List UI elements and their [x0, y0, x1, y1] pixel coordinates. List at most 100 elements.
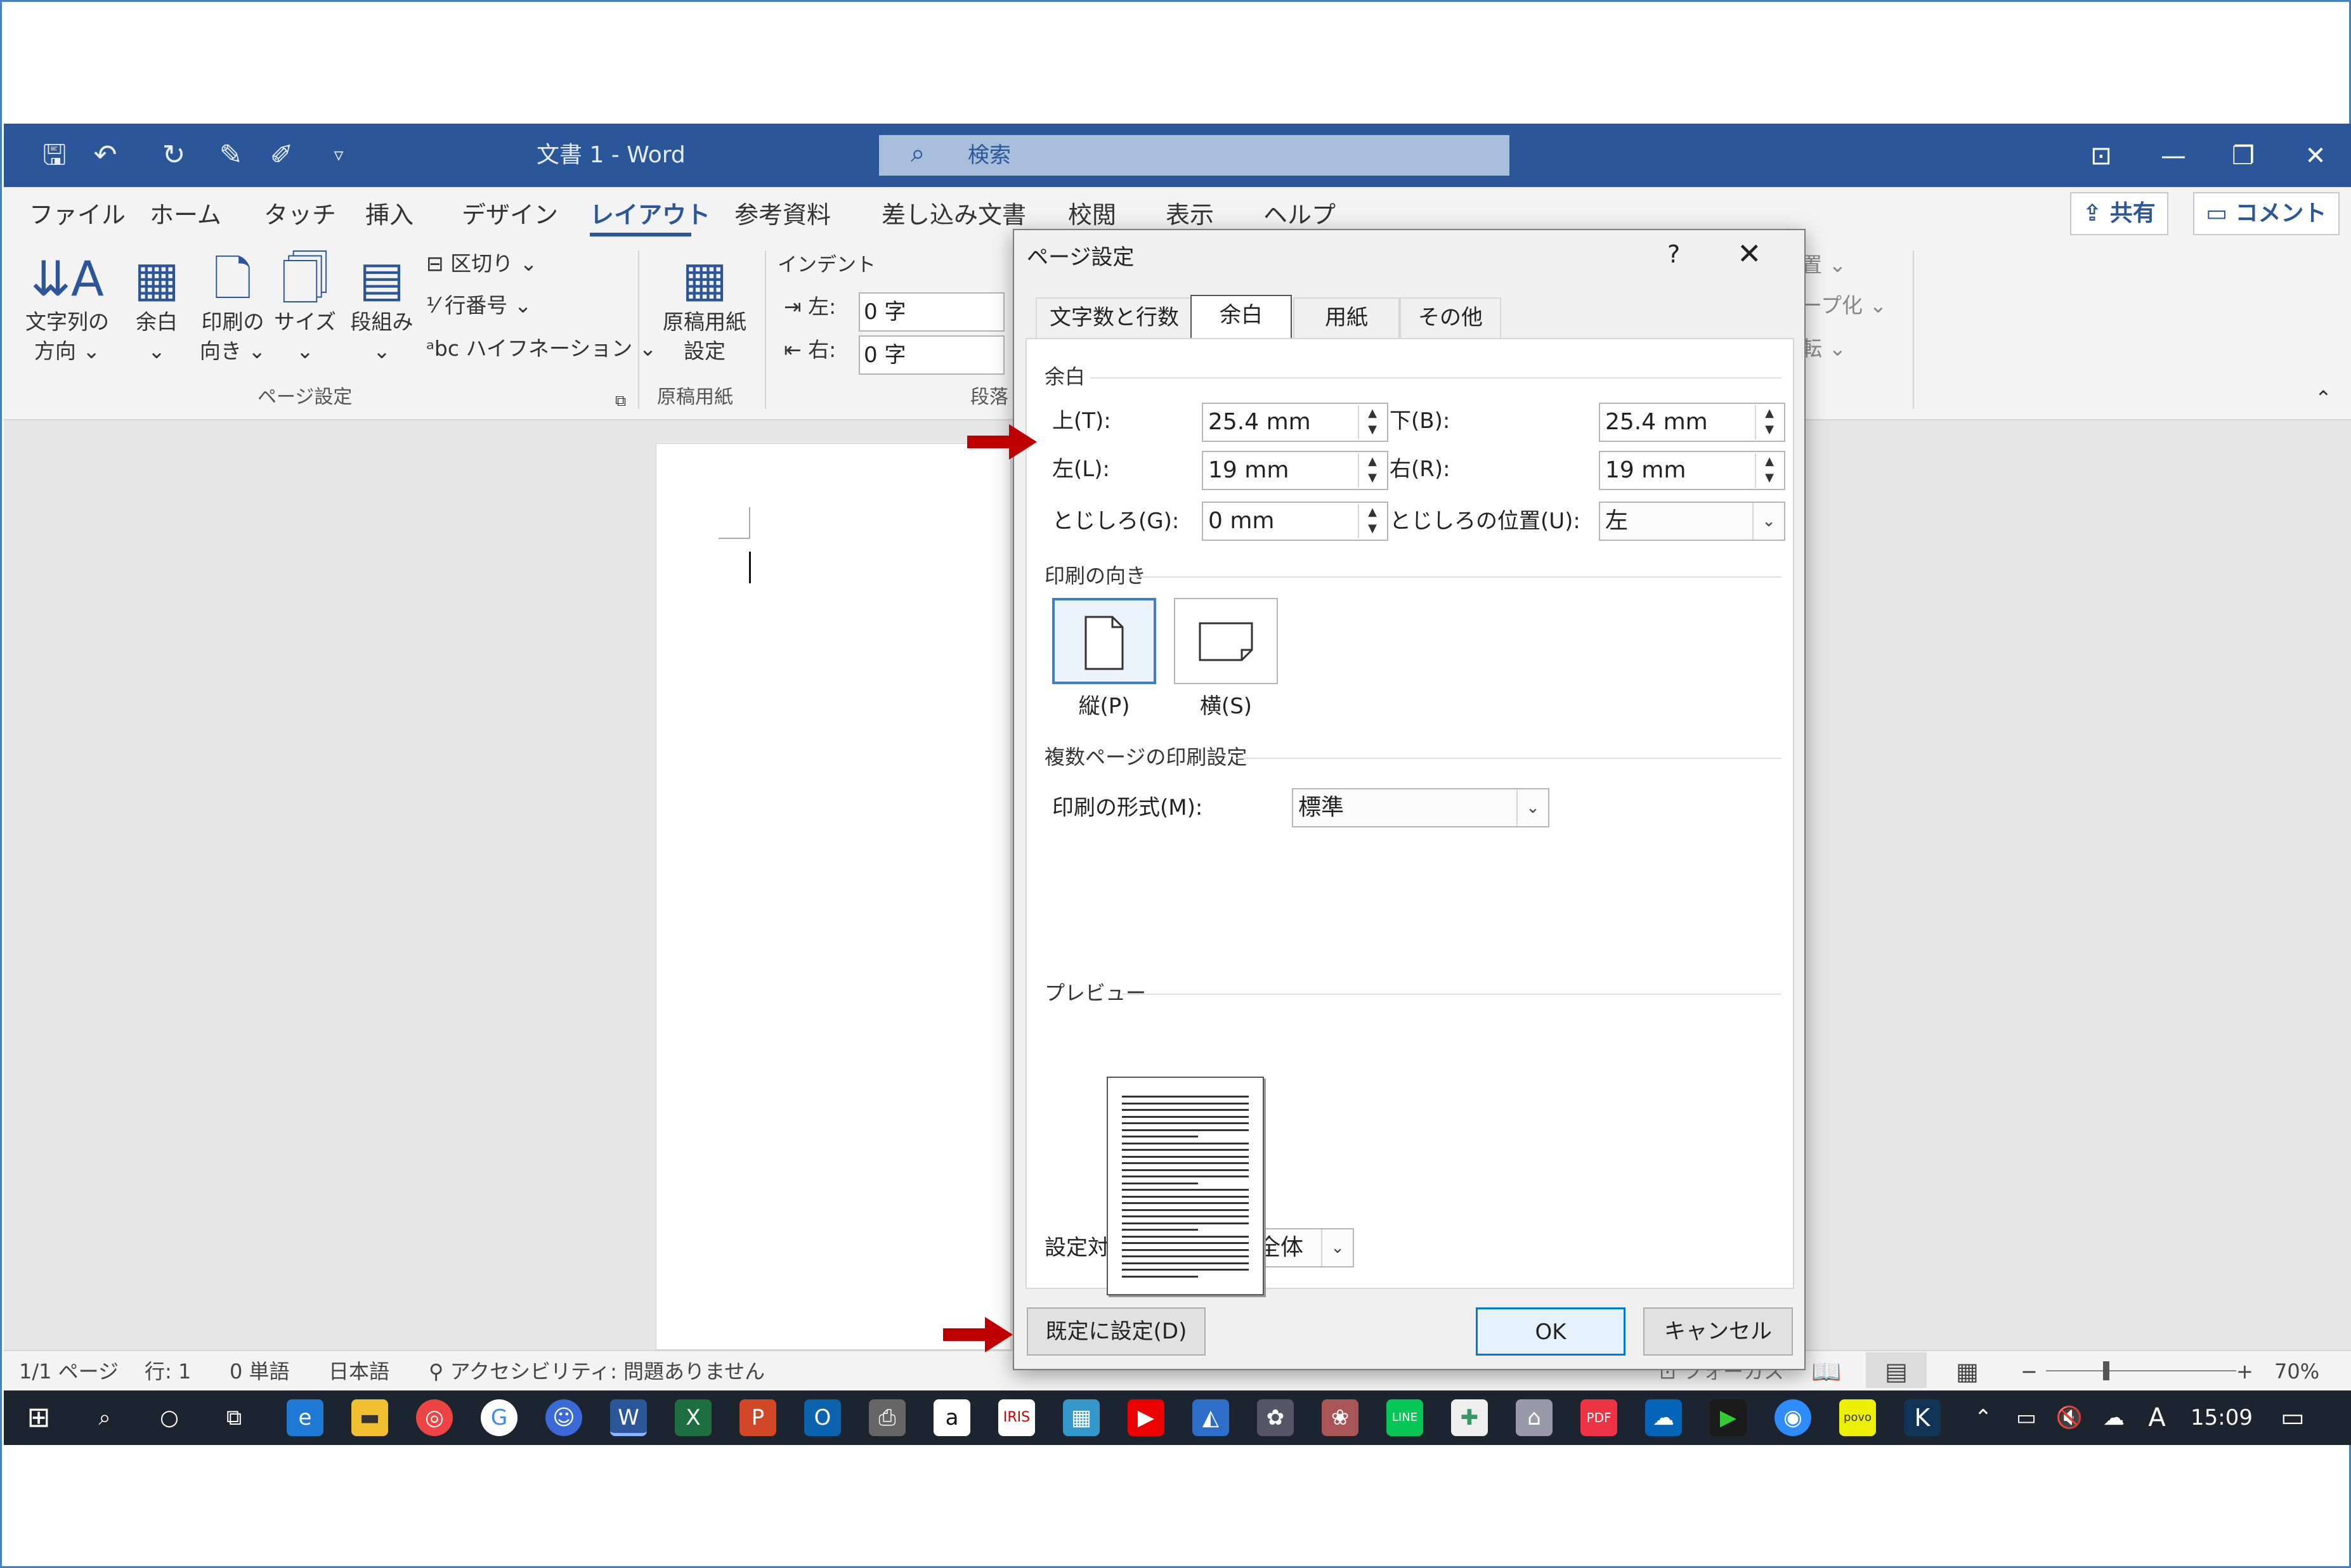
- gutter-position-select[interactable]: 左 ⌄: [1599, 502, 1785, 541]
- tab-touch[interactable]: タッチ: [264, 198, 336, 231]
- text-direction-button[interactable]: ⇊A 文字列の 方向 ⌄: [16, 250, 118, 366]
- undo-icon[interactable]: ↶: [88, 138, 123, 173]
- photos-icon[interactable]: ◭: [1192, 1399, 1229, 1436]
- maps-icon[interactable]: ✚: [1451, 1399, 1488, 1436]
- right-margin-input[interactable]: 19 mm ▲ ▼: [1599, 451, 1785, 490]
- edge-icon[interactable]: e: [287, 1399, 323, 1436]
- tab-margins[interactable]: 余白: [1190, 295, 1292, 339]
- tab-layout[interactable]: レイアウト: [590, 198, 710, 231]
- dialog-close-button[interactable]: ✕: [1737, 236, 1762, 271]
- youtube-icon[interactable]: ▶: [1128, 1399, 1164, 1436]
- povo-icon[interactable]: povo: [1839, 1399, 1876, 1436]
- cloud-icon[interactable]: ☁: [2095, 1399, 2132, 1436]
- tray-chevron-icon[interactable]: ⌃: [1965, 1399, 2002, 1436]
- size-button[interactable]: 🗍 サイズ ⌄: [270, 250, 340, 366]
- indent-left-input[interactable]: 0 字: [859, 292, 1005, 332]
- chrome-icon[interactable]: ◎: [416, 1399, 453, 1436]
- tab-characters-lines[interactable]: 文字数と行数: [1036, 297, 1193, 338]
- word-icon[interactable]: W: [610, 1399, 647, 1436]
- volume-icon[interactable]: 🔇: [2051, 1399, 2088, 1436]
- page-count[interactable]: 1/1 ページ: [19, 1352, 119, 1390]
- zoom-slider[interactable]: [2046, 1370, 2236, 1371]
- tab-mailings[interactable]: 差し込み文書: [882, 198, 1026, 231]
- battery-icon[interactable]: ▭: [2008, 1399, 2045, 1436]
- amazon-icon[interactable]: a: [934, 1399, 970, 1436]
- gutter-input[interactable]: 0 mm ▲ ▼: [1202, 502, 1388, 541]
- left-margin-input[interactable]: 19 mm ▲ ▼: [1202, 451, 1388, 490]
- columns-button[interactable]: ▤ 段組み ⌄: [344, 250, 420, 366]
- touch-mode-icon[interactable]: ✐: [264, 138, 299, 173]
- paint-icon[interactable]: ✿: [1257, 1399, 1294, 1436]
- zoom-icon[interactable]: ◉: [1775, 1399, 1811, 1436]
- ribbon-display-icon[interactable]: ⊡: [2079, 134, 2123, 178]
- print-layout-icon[interactable]: ▤: [1866, 1352, 1927, 1388]
- play-store-icon[interactable]: ▶: [1710, 1399, 1747, 1436]
- tab-help[interactable]: ヘルプ: [1263, 198, 1336, 231]
- outlook-icon[interactable]: O: [804, 1399, 841, 1436]
- spin-icon[interactable]: ▲ ▼: [1358, 405, 1386, 439]
- clock[interactable]: 15:09: [2191, 1399, 2253, 1436]
- task-view-icon[interactable]: ⧉: [216, 1399, 252, 1436]
- zoom-in-button[interactable]: +: [2236, 1352, 2253, 1390]
- page-setup-launcher-icon[interactable]: ⧉: [615, 386, 626, 415]
- tab-home[interactable]: ホーム: [150, 198, 221, 231]
- search-box[interactable]: ⌕ 検索: [879, 135, 1509, 176]
- excel-icon[interactable]: X: [675, 1399, 712, 1436]
- customize-qat-icon[interactable]: ▿: [321, 138, 356, 173]
- indent-right-input[interactable]: 0 字: [859, 335, 1005, 375]
- close-window-button[interactable]: ✕: [2293, 134, 2338, 178]
- web-layout-icon[interactable]: ▦: [1956, 1352, 1979, 1390]
- help-button[interactable]: ?: [1667, 240, 1680, 268]
- accessibility-status[interactable]: ⚲ アクセシビリティ: 問題ありません: [429, 1352, 765, 1390]
- powerpoint-icon[interactable]: P: [739, 1399, 776, 1436]
- tab-view[interactable]: 表示: [1166, 198, 1214, 231]
- restore-button[interactable]: ❐: [2221, 134, 2265, 178]
- zoom-out-button[interactable]: −: [2021, 1352, 2038, 1390]
- scanner-icon[interactable]: ⌂: [1516, 1399, 1553, 1436]
- cancel-button[interactable]: キャンセル: [1643, 1307, 1793, 1356]
- iris-icon[interactable]: IRIS: [998, 1399, 1035, 1436]
- collapse-ribbon-icon[interactable]: ⌃: [2315, 384, 2332, 413]
- top-margin-input[interactable]: 25.4 mm ▲ ▼: [1202, 403, 1388, 442]
- zoom-level[interactable]: 70%: [2274, 1352, 2319, 1390]
- search-icon[interactable]: ⌕: [86, 1399, 123, 1436]
- document-page[interactable]: [656, 443, 1011, 1350]
- portrait-option[interactable]: [1052, 598, 1156, 684]
- tab-other[interactable]: その他: [1400, 297, 1501, 338]
- breaks-button[interactable]: ⊟ 区切り ⌄: [426, 249, 537, 278]
- language[interactable]: 日本語: [329, 1352, 389, 1390]
- save-icon[interactable]: 🖫: [37, 138, 72, 173]
- tab-design[interactable]: デザイン: [462, 198, 558, 231]
- comment-button[interactable]: ▭ コメント: [2193, 192, 2340, 235]
- orientation-button[interactable]: 🗋 印刷の 向き ⌄: [192, 250, 274, 366]
- manuscript-button[interactable]: ▦ 原稿用紙 設定: [651, 250, 759, 366]
- spin-icon[interactable]: ▲ ▼: [1755, 405, 1783, 439]
- word-count[interactable]: 0 単語: [230, 1352, 290, 1390]
- tab-paper[interactable]: 用紙: [1293, 297, 1400, 338]
- cortana-icon[interactable]: ○: [151, 1399, 188, 1436]
- print-format-select[interactable]: 標準 ⌄: [1292, 788, 1549, 827]
- group-button-partial[interactable]: ープ化 ⌄: [1801, 291, 1887, 320]
- line-numbers-button[interactable]: ⅟ 行番号 ⌄: [426, 291, 531, 320]
- printer-icon[interactable]: ⎙: [869, 1399, 906, 1436]
- hyphenation-button[interactable]: ᵃbc ハイフネーション ⌄: [426, 334, 656, 363]
- spin-icon[interactable]: ▲ ▼: [1755, 453, 1783, 488]
- zoom-slider-thumb[interactable]: [2103, 1361, 2109, 1380]
- file-explorer-icon[interactable]: ▬: [351, 1399, 388, 1436]
- notification-icon[interactable]: ▭: [2274, 1399, 2311, 1436]
- redo-icon[interactable]: ↻: [156, 138, 192, 173]
- line-icon[interactable]: LINE: [1386, 1399, 1423, 1436]
- bottom-margin-input[interactable]: 25.4 mm ▲ ▼: [1599, 403, 1785, 442]
- tab-review[interactable]: 校閲: [1068, 198, 1116, 231]
- margins-button[interactable]: ▦ 余白 ⌄: [122, 250, 192, 366]
- set-default-button[interactable]: 既定に設定(D): [1027, 1307, 1206, 1356]
- landscape-option[interactable]: [1174, 598, 1278, 684]
- k-app-icon[interactable]: K: [1904, 1399, 1941, 1436]
- spin-icon[interactable]: ▲ ▼: [1358, 453, 1386, 488]
- spin-icon[interactable]: ▲ ▼: [1358, 504, 1386, 538]
- ime-indicator[interactable]: A: [2139, 1399, 2175, 1436]
- paint-3d-icon[interactable]: ❀: [1322, 1399, 1358, 1436]
- position-button-partial[interactable]: 置 ⌄: [1801, 250, 1846, 280]
- tab-references[interactable]: 参考資料: [734, 198, 831, 231]
- app-icon[interactable]: ▦: [1063, 1399, 1100, 1436]
